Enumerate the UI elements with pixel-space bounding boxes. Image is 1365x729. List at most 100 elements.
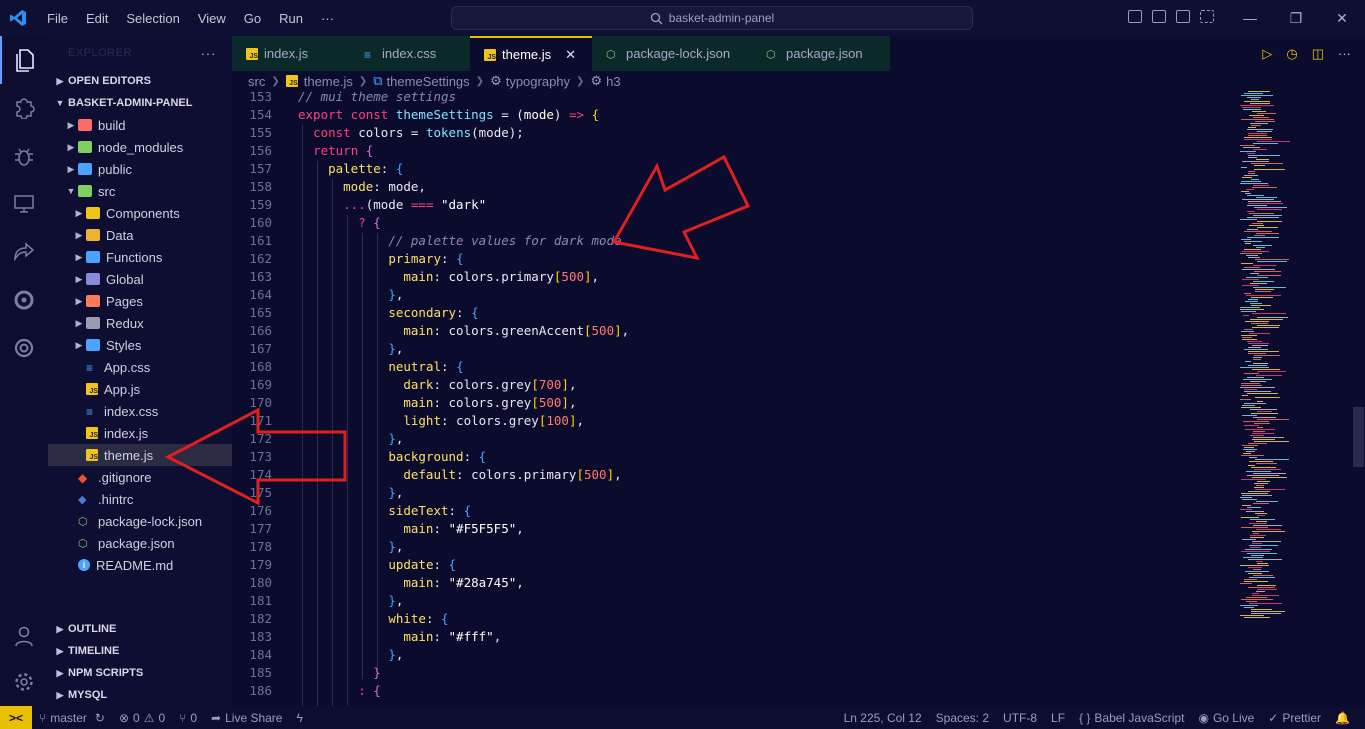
menu-edit[interactable]: Edit bbox=[77, 11, 117, 26]
tree-item[interactable]: ▶ Pages bbox=[48, 290, 232, 312]
section-label: BASKET-ADMIN-PANEL bbox=[68, 97, 193, 109]
tree-item[interactable]: ▶ Functions bbox=[48, 246, 232, 268]
tree-item[interactable]: i README.md bbox=[48, 554, 232, 576]
breadcrumb-symbol[interactable]: themeSettings bbox=[387, 74, 470, 89]
tab-theme-js[interactable]: JS theme.js ✕ bbox=[470, 36, 592, 71]
customize-layout-icon[interactable] bbox=[1200, 10, 1214, 23]
tree-item[interactable]: ◆ .hintrc bbox=[48, 488, 232, 510]
more-actions-icon[interactable]: ··· bbox=[1338, 46, 1351, 62]
git-branch[interactable]: ⑂ master ↻ bbox=[32, 711, 112, 725]
indentation[interactable]: Spaces: 2 bbox=[929, 711, 996, 725]
accounts-icon[interactable] bbox=[0, 612, 48, 660]
code-text: }, bbox=[388, 647, 404, 662]
code-line: 178 }, bbox=[232, 538, 1232, 556]
code-text: }, bbox=[388, 485, 404, 500]
section-label: NPM SCRIPTS bbox=[68, 667, 144, 679]
ports-indicator[interactable]: ⑂ 0 bbox=[172, 711, 204, 725]
line-number: 179 bbox=[249, 557, 272, 572]
tree-item[interactable]: ▶ Data bbox=[48, 224, 232, 246]
tree-item[interactable]: JS App.js bbox=[48, 378, 232, 400]
menu-view[interactable]: View bbox=[189, 11, 235, 26]
tree-item[interactable]: ▶ Components bbox=[48, 202, 232, 224]
settings-gear-icon[interactable] bbox=[0, 658, 48, 706]
timeline-history-icon[interactable]: ◷ bbox=[1286, 46, 1297, 62]
toggle-secondary-sidebar-icon[interactable] bbox=[1176, 10, 1190, 23]
go-live-button[interactable]: ◉ Go Live bbox=[1191, 711, 1261, 725]
project-section[interactable]: ▼ BASKET-ADMIN-PANEL bbox=[48, 92, 232, 114]
tab-package-lock-json[interactable]: ⬡ package-lock.json bbox=[592, 36, 752, 71]
folder-icon bbox=[86, 251, 100, 263]
explorer-icon[interactable] bbox=[0, 36, 48, 84]
close-tab-icon[interactable]: ✕ bbox=[565, 47, 576, 63]
more-actions-icon[interactable]: ··· bbox=[201, 45, 217, 61]
timeline-section[interactable]: ▶ TIMELINE bbox=[48, 640, 232, 662]
tree-item[interactable]: ⬡ package-lock.json bbox=[48, 510, 232, 532]
tree-item[interactable]: ◆ .gitignore bbox=[48, 466, 232, 488]
tab-index-js[interactable]: JS index.js bbox=[232, 36, 350, 71]
remote-indicator-icon[interactable]: >< bbox=[0, 706, 32, 729]
gitlens-icon[interactable] bbox=[0, 276, 48, 324]
menu-bar: File Edit Selection View Go Run ··· bbox=[38, 11, 343, 26]
outline-section[interactable]: ▶ OUTLINE bbox=[48, 618, 232, 640]
tree-item[interactable]: JS index.js bbox=[48, 422, 232, 444]
code-line: 157 palette: { bbox=[232, 160, 1232, 178]
end-of-line[interactable]: LF bbox=[1044, 711, 1072, 725]
lightning-icon[interactable]: ϟ bbox=[289, 711, 309, 725]
code-line: 166 main: colors.greenAccent[500], bbox=[232, 322, 1232, 340]
tree-item[interactable]: ▶ Styles bbox=[48, 334, 232, 356]
breadcrumb-property[interactable]: h3 bbox=[606, 74, 620, 89]
problems-indicator[interactable]: ⊗ 0 ⚠ 0 bbox=[112, 711, 172, 725]
tree-item[interactable]: ▶ public bbox=[48, 158, 232, 180]
mysql-section[interactable]: ▶ MYSQL bbox=[48, 684, 232, 706]
menu-go[interactable]: Go bbox=[235, 11, 270, 26]
menu-file[interactable]: File bbox=[38, 11, 77, 26]
encoding[interactable]: UTF-8 bbox=[996, 711, 1044, 725]
npm-scripts-section[interactable]: ▶ NPM SCRIPTS bbox=[48, 662, 232, 684]
code-line: 177 main: "#F5F5F5", bbox=[232, 520, 1232, 538]
prettier-button[interactable]: ✓ Prettier bbox=[1261, 711, 1328, 725]
tree-item[interactable]: ▼ src bbox=[48, 180, 232, 202]
tab-package-json[interactable]: ⬡ package.json bbox=[752, 36, 890, 71]
chevron-down-icon: ▼ bbox=[55, 98, 65, 108]
run-icon[interactable]: ▷ bbox=[1262, 46, 1272, 62]
code-text: palette: { bbox=[328, 161, 404, 176]
open-editors-section[interactable]: ▶ OPEN EDITORS bbox=[48, 70, 232, 92]
live-share-button[interactable]: ➦ Live Share bbox=[204, 711, 289, 725]
notifications-bell-icon[interactable]: 🔔 bbox=[1328, 711, 1357, 725]
tree-item[interactable]: ▶ Redux bbox=[48, 312, 232, 334]
cursor-position[interactable]: Ln 225, Col 12 bbox=[837, 711, 929, 725]
tree-item[interactable]: ≡ index.css bbox=[48, 400, 232, 422]
language-mode[interactable]: { } Babel JavaScript bbox=[1072, 711, 1191, 725]
extensions-icon[interactable] bbox=[0, 84, 48, 132]
debug-icon[interactable] bbox=[0, 132, 48, 180]
tree-item[interactable]: ▶ Global bbox=[48, 268, 232, 290]
breadcrumb-folder[interactable]: src bbox=[248, 74, 265, 89]
command-center-search[interactable]: basket-admin-panel bbox=[451, 6, 973, 30]
tree-item[interactable]: ▶ node_modules bbox=[48, 136, 232, 158]
menu-run[interactable]: Run bbox=[270, 11, 312, 26]
menu-selection[interactable]: Selection bbox=[117, 11, 188, 26]
close-window-icon[interactable]: ✕ bbox=[1319, 0, 1365, 36]
tree-item[interactable]: ▶ build bbox=[48, 114, 232, 136]
code-editor[interactable]: 153 // mui theme settings 154 export const … bbox=[232, 89, 1232, 706]
split-editor-icon[interactable]: ◫ bbox=[1312, 46, 1324, 62]
menu-more[interactable]: ··· bbox=[312, 11, 343, 26]
line-number: 175 bbox=[249, 485, 272, 500]
breadcrumb-file[interactable]: theme.js bbox=[304, 74, 353, 89]
toggle-sidebar-icon[interactable] bbox=[1128, 10, 1142, 23]
tree-item[interactable]: ⬡ package.json bbox=[48, 532, 232, 554]
timeline-icon[interactable] bbox=[0, 324, 48, 372]
minimize-icon[interactable]: — bbox=[1227, 0, 1273, 36]
git-file-icon: ◆ bbox=[78, 471, 88, 485]
minimap[interactable] bbox=[1232, 89, 1352, 706]
scrollbar-thumb[interactable] bbox=[1353, 407, 1364, 467]
toggle-panel-icon[interactable] bbox=[1152, 10, 1166, 23]
restore-icon[interactable]: ❐ bbox=[1273, 0, 1319, 36]
tab-index-css[interactable]: ≡ index.css bbox=[350, 36, 470, 71]
remote-explorer-icon[interactable] bbox=[0, 180, 48, 228]
vertical-scrollbar[interactable] bbox=[1352, 89, 1365, 706]
tree-item[interactable]: JS theme.js bbox=[48, 444, 232, 466]
live-share-icon[interactable] bbox=[0, 228, 48, 276]
tree-item[interactable]: ≡ App.css bbox=[48, 356, 232, 378]
breadcrumb-property[interactable]: typography bbox=[506, 74, 570, 89]
